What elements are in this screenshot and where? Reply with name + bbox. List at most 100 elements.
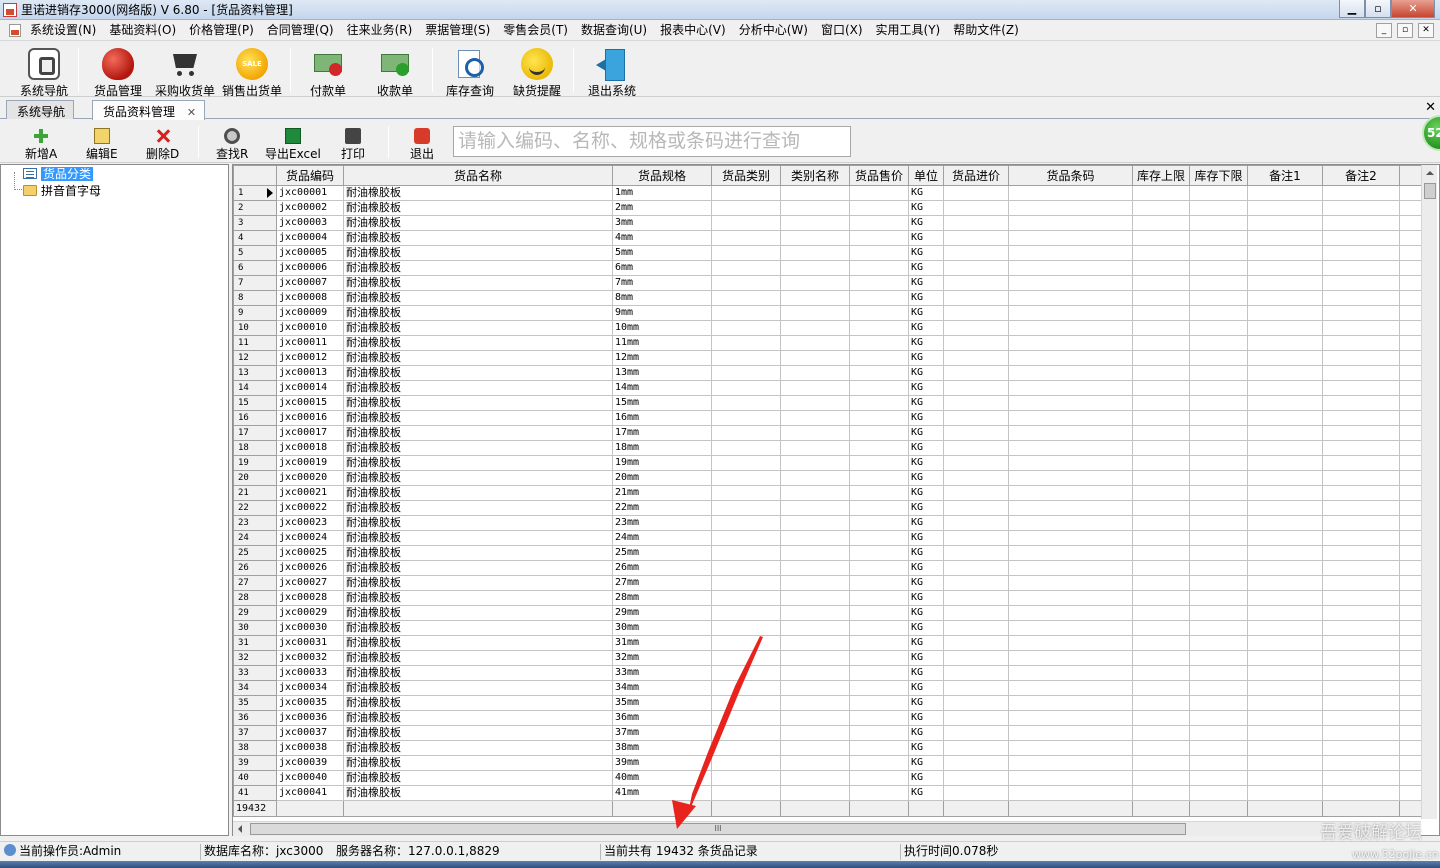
stock-max-cell[interactable] (1132, 410, 1190, 426)
unit-cell[interactable]: KG (908, 605, 944, 621)
unit-cell[interactable]: KG (908, 575, 944, 591)
category-name-cell[interactable] (780, 335, 850, 351)
stock-max-cell[interactable] (1132, 740, 1190, 756)
purchase-price-cell[interactable] (943, 665, 1009, 681)
category-name-cell[interactable] (780, 635, 850, 651)
unit-cell[interactable]: KG (908, 290, 944, 306)
note1-cell[interactable] (1247, 275, 1323, 291)
goods-code-cell[interactable]: jxc00039 (276, 755, 344, 771)
note2-cell[interactable] (1322, 245, 1400, 261)
unit-cell[interactable]: KG (908, 215, 944, 231)
purchase-price-cell[interactable] (943, 485, 1009, 501)
stock-max-cell[interactable] (1132, 395, 1190, 411)
exit-button[interactable]: 退出 (410, 128, 434, 162)
purchase-price-cell[interactable] (943, 575, 1009, 591)
goods-category-cell[interactable] (711, 665, 781, 681)
unit-cell[interactable]: KG (908, 560, 944, 576)
goods-code-cell[interactable]: jxc00027 (276, 575, 344, 591)
goods-price-cell[interactable] (849, 590, 909, 606)
goods-category-cell[interactable] (711, 470, 781, 486)
overflow-cell[interactable] (1399, 335, 1424, 351)
goods-code-cell[interactable]: jxc00023 (276, 515, 344, 531)
unit-cell[interactable]: KG (908, 395, 944, 411)
goods-price-cell[interactable] (849, 530, 909, 546)
goods-price-cell[interactable] (849, 575, 909, 591)
goods-spec-cell[interactable]: 38mm (612, 740, 712, 756)
goods-code-cell[interactable]: jxc00016 (276, 410, 344, 426)
unit-cell[interactable]: KG (908, 785, 944, 801)
goods-spec-cell[interactable]: 6mm (612, 260, 712, 276)
goods-code-cell[interactable]: jxc00020 (276, 470, 344, 486)
barcode-cell[interactable] (1008, 245, 1133, 261)
menu-item[interactable]: 票据管理(S) (425, 23, 490, 38)
category-name-cell[interactable] (780, 350, 850, 366)
goods-spec-cell[interactable]: 14mm (612, 380, 712, 396)
menu-item[interactable]: 报表中心(V) (660, 23, 726, 38)
goods-name-cell[interactable]: 耐油橡胶板 (343, 695, 613, 711)
close-all-tabs-icon[interactable]: ✕ (1425, 100, 1436, 115)
stock-max-cell[interactable] (1132, 620, 1190, 636)
goods-category-cell[interactable] (711, 305, 781, 321)
menu-item[interactable]: 系统设置(N) (30, 23, 96, 38)
note1-cell[interactable] (1247, 320, 1323, 336)
goods-code-cell[interactable]: jxc00001 (276, 185, 344, 201)
overflow-cell[interactable] (1399, 590, 1424, 606)
purchase-receipt-button[interactable]: 采购收货单 (155, 48, 215, 99)
goods-price-cell[interactable] (849, 395, 909, 411)
goods-category-cell[interactable] (711, 575, 781, 591)
goods-price-cell[interactable] (849, 785, 909, 801)
note2-cell[interactable] (1322, 575, 1400, 591)
note1-cell[interactable] (1247, 785, 1323, 801)
table-row[interactable]: 14 jxc00014 耐油橡胶板 14mm KG (233, 380, 1424, 396)
note1-cell[interactable] (1247, 605, 1323, 621)
goods-spec-cell[interactable]: 2mm (612, 200, 712, 216)
goods-name-cell[interactable]: 耐油橡胶板 (343, 710, 613, 726)
goods-price-cell[interactable] (849, 275, 909, 291)
goods-spec-cell[interactable]: 16mm (612, 410, 712, 426)
purchase-price-cell[interactable] (943, 185, 1009, 201)
overflow-cell[interactable] (1399, 380, 1424, 396)
stock-min-cell[interactable] (1189, 290, 1248, 306)
category-name-cell[interactable] (780, 560, 850, 576)
goods-name-cell[interactable]: 耐油橡胶板 (343, 290, 613, 306)
stock-min-cell[interactable] (1189, 590, 1248, 606)
note1-cell[interactable] (1247, 545, 1323, 561)
category-name-cell[interactable] (780, 425, 850, 441)
purchase-price-cell[interactable] (943, 680, 1009, 696)
goods-price-cell[interactable] (849, 335, 909, 351)
goods-category-cell[interactable] (711, 680, 781, 696)
purchase-price-cell[interactable] (943, 590, 1009, 606)
goods-spec-cell[interactable]: 41mm (612, 785, 712, 801)
hscroll-thumb[interactable]: III (250, 823, 1186, 835)
purchase-price-cell[interactable] (943, 740, 1009, 756)
goods-name-cell[interactable]: 耐油橡胶板 (343, 260, 613, 276)
unit-cell[interactable]: KG (908, 410, 944, 426)
overflow-cell[interactable] (1399, 350, 1424, 366)
goods-code-cell[interactable]: jxc00015 (276, 395, 344, 411)
goods-name-cell[interactable]: 耐油橡胶板 (343, 590, 613, 606)
category-name-cell[interactable] (780, 725, 850, 741)
goods-spec-cell[interactable]: 35mm (612, 695, 712, 711)
stock-max-cell[interactable] (1132, 770, 1190, 786)
stock-max-cell[interactable] (1132, 665, 1190, 681)
category-name-cell[interactable] (780, 740, 850, 756)
payment-button[interactable]: 付款单 (310, 48, 346, 99)
barcode-cell[interactable] (1008, 215, 1133, 231)
goods-category-cell[interactable] (711, 215, 781, 231)
barcode-cell[interactable] (1008, 545, 1133, 561)
stock-min-cell[interactable] (1189, 740, 1248, 756)
goods-category-cell[interactable] (711, 500, 781, 516)
goods-spec-cell[interactable]: 8mm (612, 290, 712, 306)
stock-max-cell[interactable] (1132, 350, 1190, 366)
note1-cell[interactable] (1247, 695, 1323, 711)
table-row[interactable]: 40 jxc00040 耐油橡胶板 40mm KG (233, 770, 1424, 786)
column-header[interactable]: 货品条码 (1008, 165, 1133, 186)
table-row[interactable]: 3 jxc00003 耐油橡胶板 3mm KG (233, 215, 1424, 231)
table-row[interactable]: 38 jxc00038 耐油橡胶板 38mm KG (233, 740, 1424, 756)
goods-spec-cell[interactable]: 26mm (612, 560, 712, 576)
stock-min-cell[interactable] (1189, 710, 1248, 726)
purchase-price-cell[interactable] (943, 425, 1009, 441)
goods-name-cell[interactable]: 耐油橡胶板 (343, 485, 613, 501)
overflow-cell[interactable] (1399, 395, 1424, 411)
barcode-cell[interactable] (1008, 440, 1133, 456)
